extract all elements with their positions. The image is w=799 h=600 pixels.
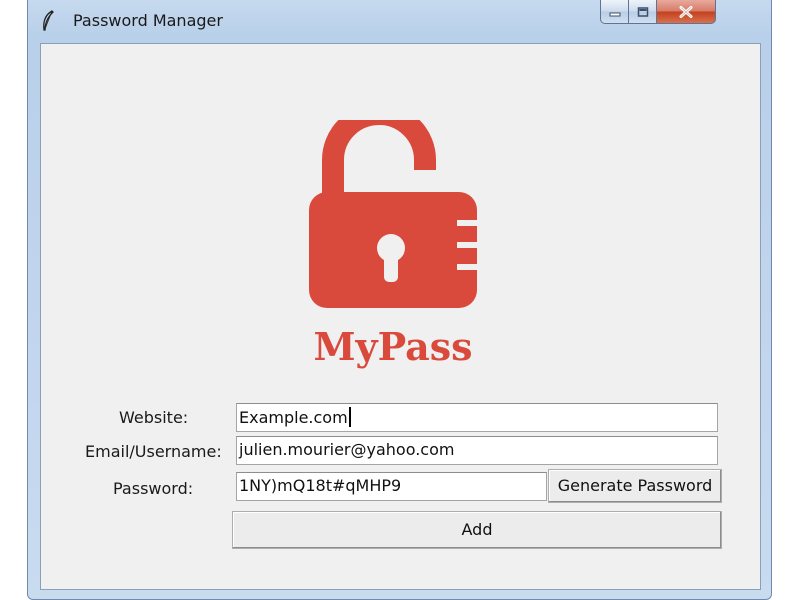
generate-password-button[interactable]: Generate Password [548, 469, 722, 503]
logo-wordmark: MyPass [313, 324, 472, 369]
password-label: Password: [113, 479, 194, 498]
website-input[interactable]: Example.com [236, 403, 718, 432]
feather-icon [43, 10, 54, 31]
close-icon [679, 5, 693, 18]
password-input[interactable]: 1NY)mQ18t#qMHP9 [236, 472, 547, 501]
email-input[interactable]: julien.mourier@yahoo.com [236, 436, 718, 465]
maximize-icon [637, 6, 648, 17]
minimize-button[interactable] [600, 0, 629, 24]
add-button[interactable]: Add [232, 511, 722, 549]
minimize-icon [609, 12, 620, 16]
window-title: Password Manager [73, 11, 223, 30]
website-input-value: Example.com [239, 408, 348, 427]
password-input-value: 1NY)mQ18t#qMHP9 [239, 476, 402, 495]
window-content: MyPass Website: Example.com Email/Userna… [40, 43, 761, 590]
close-button[interactable] [656, 0, 716, 24]
mypass-logo: MyPass [309, 120, 477, 369]
title-bar[interactable]: Password Manager [28, 0, 771, 40]
email-label: Email/Username: [85, 442, 222, 461]
email-input-value: julien.mourier@yahoo.com [239, 440, 455, 459]
app-window: Password Manager MyPass Website: Example… [27, 0, 772, 600]
text-caret [348, 407, 351, 427]
open-padlock-icon [309, 120, 477, 308]
website-label: Website: [119, 408, 189, 427]
maximize-button[interactable] [628, 0, 657, 24]
